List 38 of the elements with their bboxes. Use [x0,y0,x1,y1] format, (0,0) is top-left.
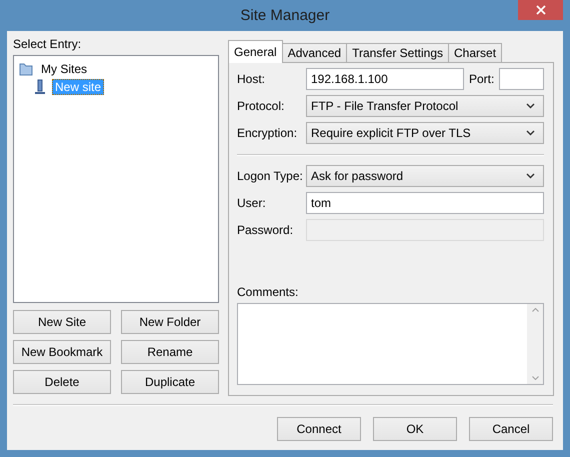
window-title: Site Manager [240,7,330,24]
dropdown[interactable]: Ask for password [306,165,544,187]
comments-field[interactable] [237,303,544,385]
close-button[interactable] [518,0,563,20]
null[interactable]: Cancel [469,417,553,441]
null[interactable]: New Bookmark [13,340,111,364]
dropdown[interactable]: Require explicit FTP over TLS [306,122,544,144]
scroll-down-icon [532,376,539,380]
field-label: Comments: [237,285,300,299]
null[interactable]: Rename [121,340,219,364]
input-field[interactable]: 192.168.1.100 [306,68,464,90]
field-label: Host: [237,72,266,86]
input-field[interactable]: tom [306,192,544,214]
field-label: Port: [469,72,494,86]
null[interactable]: Duplicate [121,370,219,394]
field-label: User: [237,196,267,210]
null[interactable]: Connect [277,417,361,441]
dropdown[interactable]: FTP - File Transfer Protocol [306,95,544,117]
input-field[interactable] [499,68,544,90]
server-icon [32,79,48,95]
field-label: Password: [237,223,294,237]
folder-icon [18,61,34,77]
tab[interactable]: Charset [448,43,502,62]
field-label: Protocol: [237,99,286,113]
tab[interactable]: Advanced [282,43,348,62]
scrollbar[interactable] [527,304,544,384]
null[interactable]: New Site [13,310,111,334]
null[interactable]: OK [373,417,457,441]
field-label: Logon Type: [237,169,304,183]
field-label: Encryption: [237,126,298,140]
tab[interactable]: Transfer Settings [346,43,450,62]
tab[interactable]: General [228,40,283,63]
null[interactable]: New Folder [121,310,219,334]
close-icon [536,5,546,15]
tree-item[interactable]: My Sites [38,61,90,77]
scroll-up-icon [532,308,539,312]
null[interactable]: Delete [13,370,111,394]
select-entry-label: Select Entry: [13,37,82,51]
